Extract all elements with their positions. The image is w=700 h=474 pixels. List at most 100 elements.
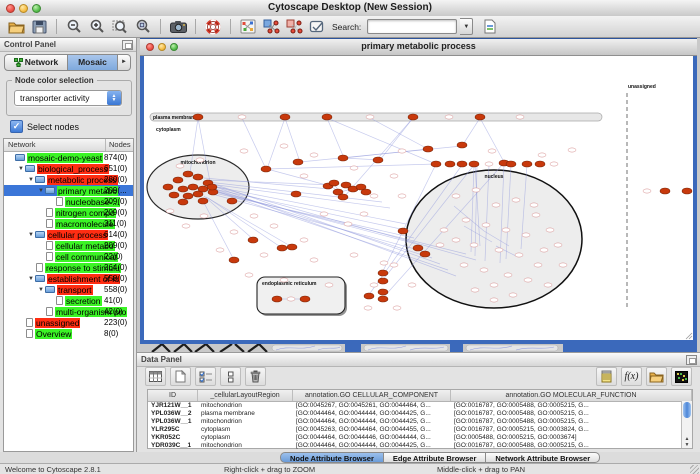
matrix-icon[interactable] (671, 367, 692, 386)
expand-triangle-icon[interactable]: ▼ (27, 177, 35, 183)
expand-triangle-icon[interactable]: ▼ (27, 232, 35, 238)
node-color-dropdown[interactable]: transporter activity ▲▼ (14, 90, 122, 106)
notepad-icon[interactable] (596, 367, 617, 386)
tree-row[interactable]: nitrogen compo209(0) (4, 207, 133, 218)
import-attributes-icon[interactable] (480, 18, 500, 36)
column-header[interactable]: _cellularLayoutRegion (198, 390, 293, 401)
tree-column-network[interactable]: Network (4, 139, 106, 151)
tab-network[interactable]: Network (4, 54, 68, 71)
search-input[interactable] (367, 19, 457, 34)
tree-row[interactable]: ▼transport558(0) (4, 284, 133, 295)
select-attributes-icon[interactable] (145, 367, 166, 386)
expand-triangle-icon[interactable]: ▼ (37, 287, 45, 293)
column-header[interactable]: annotation.GO CELLULAR_COMPONENT (293, 390, 451, 401)
graph-node[interactable] (423, 146, 433, 152)
graph-node[interactable] (183, 193, 193, 199)
network-overview-icon[interactable] (238, 18, 258, 36)
table-row[interactable]: YKR052Ccytoplasm[GO:0044464, GO:0044446,… (148, 434, 692, 442)
graph-node[interactable] (398, 228, 408, 234)
graph-node[interactable] (188, 184, 198, 190)
graph-node[interactable] (378, 278, 388, 284)
tree-row[interactable]: unassigned223(0) (4, 317, 133, 328)
graph-node[interactable] (163, 184, 173, 190)
tree-row[interactable]: macromolecule311(0) (4, 218, 133, 229)
column-header[interactable]: annotation.GO MOLECULAR_FUNCTION (451, 390, 692, 401)
tree-row[interactable]: ▼metabolic process280(0) (4, 174, 133, 185)
tree-row[interactable]: secretion41(0) (4, 295, 133, 306)
table-row[interactable]: YPL036W__2plasma membrane[GO:0044464, GO… (148, 410, 692, 418)
zoom-in-icon[interactable] (87, 18, 107, 36)
snapshot-camera-icon[interactable] (168, 18, 188, 36)
graph-node[interactable] (261, 166, 271, 172)
table-row[interactable]: YDR039C__1mitochondrion[GO:0044464, GO:0… (148, 442, 692, 450)
tree-row[interactable]: response to stimulu264(0) (4, 262, 133, 273)
delete-attribute-icon[interactable] (245, 367, 266, 386)
graph-node[interactable] (535, 161, 545, 167)
graph-node[interactable] (178, 186, 188, 192)
tab-node-attribute-browser[interactable]: Node Attribute Browser (280, 452, 384, 463)
scrollbar-arrows[interactable]: ▲▼ (682, 436, 692, 448)
graph-node[interactable] (338, 155, 348, 161)
graph-node[interactable] (522, 161, 532, 167)
open-folder-icon[interactable] (6, 18, 26, 36)
graph-node[interactable] (378, 289, 388, 295)
graph-node[interactable] (169, 192, 179, 198)
graph-node[interactable] (338, 194, 348, 200)
network-window-titlebar[interactable]: primary metabolic process (140, 39, 697, 56)
graph-node[interactable] (378, 296, 388, 302)
graph-node[interactable] (378, 270, 388, 276)
zoom-out-icon[interactable] (64, 18, 84, 36)
window-resize-grip[interactable] (690, 465, 699, 474)
graph-node[interactable] (227, 198, 237, 204)
table-row[interactable]: YLR295Ccytoplasm[GO:0045263, GO:0044464,… (148, 426, 692, 434)
graph-node[interactable] (300, 296, 310, 302)
network-canvas[interactable]: plasma membrane cytoplasm mitochondrion … (144, 56, 693, 340)
tree-row[interactable]: nucleobase-...209(0) (4, 196, 133, 207)
graph-node[interactable] (457, 142, 467, 148)
tree-row[interactable]: Overview8(0) (4, 328, 133, 339)
expand-triangle-icon[interactable]: ▼ (17, 166, 25, 172)
graph-node[interactable] (506, 161, 516, 167)
graph-node[interactable] (682, 188, 692, 194)
graph-node[interactable] (193, 114, 203, 120)
column-header[interactable]: ID (148, 390, 198, 401)
tab-network-attribute-browser[interactable]: Network Attribute Browser (486, 452, 600, 463)
graph-node[interactable] (280, 114, 290, 120)
float-panel-icon[interactable] (122, 40, 133, 50)
graph-node[interactable] (198, 198, 208, 204)
graph-node[interactable] (248, 237, 258, 243)
tree-row[interactable]: ▼cellular process614(0) (4, 229, 133, 240)
tree-row[interactable]: ▼biological_process651(0) (4, 163, 133, 174)
graph-node[interactable] (413, 245, 423, 251)
annotations-icon[interactable] (307, 18, 327, 36)
graph-node[interactable] (293, 159, 303, 165)
graph-node[interactable] (193, 191, 203, 197)
tab-scroll-right-button[interactable]: ► (118, 54, 131, 71)
table-row[interactable]: YPL036W__1mitochondrion[GO:0044464, GO:0… (148, 418, 692, 426)
table-row[interactable]: YJR121W__1mitochondrion[GO:0045267, GO:0… (148, 402, 692, 410)
attribute-pair-icon[interactable] (220, 367, 241, 386)
graph-node[interactable] (277, 245, 287, 251)
graph-node[interactable] (469, 161, 479, 167)
search-dropdown-button[interactable]: ▼ (460, 18, 473, 35)
select-nodes-checkbox[interactable]: ✓ (10, 120, 23, 133)
graph-node[interactable] (457, 161, 467, 167)
graph-node[interactable] (420, 251, 430, 257)
zoom-fit-icon[interactable] (110, 18, 130, 36)
tree-row[interactable]: multi-organism pro42(0) (4, 306, 133, 317)
graph-node[interactable] (329, 180, 339, 186)
tree-row[interactable]: mosaic-demo-yeast874(0) (4, 152, 133, 163)
graph-node[interactable] (207, 184, 217, 190)
tab-mosaic[interactable]: Mosaic (68, 54, 118, 71)
graph-node[interactable] (475, 114, 485, 120)
graph-node[interactable] (272, 296, 282, 302)
create-attribute-icon[interactable] (170, 367, 191, 386)
graph-node[interactable] (291, 191, 301, 197)
graph-node[interactable] (183, 171, 193, 177)
graph-node[interactable] (287, 244, 297, 250)
canvas-resize-grip[interactable] (686, 333, 692, 339)
graph-node[interactable] (361, 189, 371, 195)
graph-node[interactable] (229, 257, 239, 263)
zoom-selected-icon[interactable] (133, 18, 153, 36)
graph-node[interactable] (193, 174, 203, 180)
